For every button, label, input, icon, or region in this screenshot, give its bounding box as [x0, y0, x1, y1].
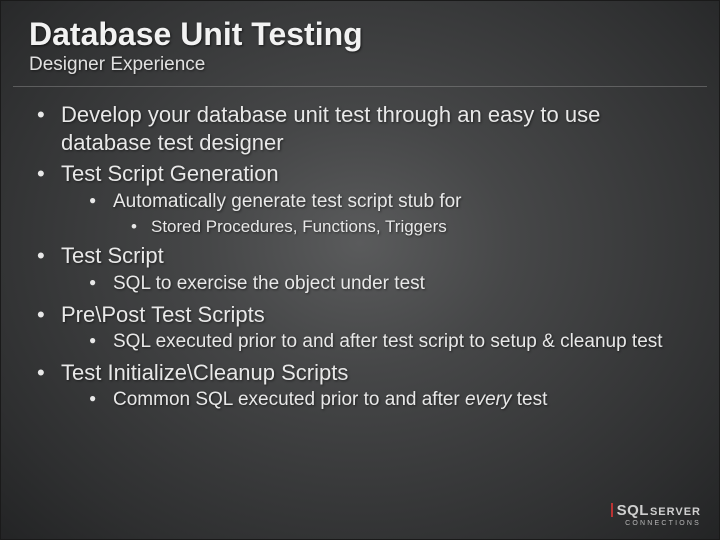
bullet-text: Stored Procedures, Functions, Triggers	[151, 216, 447, 238]
bullet-item: •Pre\Post Test Scripts ●SQL executed pri…	[31, 301, 689, 355]
text-fragment: test	[512, 389, 548, 410]
bullet-icon: •	[131, 216, 151, 238]
divider	[13, 86, 707, 87]
slide-title: Database Unit Testing	[29, 17, 691, 52]
footer-logo: SQLSERVER CONNECTIONS	[611, 503, 701, 527]
bullet-icon: •	[31, 301, 61, 329]
bullet-text: Test Script Generation	[61, 160, 279, 188]
bullet-text: SQL executed prior to and after test scr…	[113, 330, 663, 355]
logo-text-sql: SQL	[617, 502, 649, 519]
bullet-item: •Test Initialize\Cleanup Scripts ● Commo…	[31, 359, 689, 413]
bullet-item: •Test Script ●SQL to exercise the object…	[31, 242, 689, 296]
logo-bar-icon	[611, 503, 613, 517]
bullet-item: ●Automatically generate test script stub…	[89, 190, 689, 239]
bullet-icon: ●	[89, 190, 113, 212]
bullet-text: Test Initialize\Cleanup Scripts	[61, 359, 348, 387]
bullet-item: ●SQL executed prior to and after test sc…	[89, 330, 689, 355]
bullet-item: •Test Script Generation ●Automatically g…	[31, 160, 689, 238]
bullet-item: ●SQL to exercise the object under test	[89, 272, 689, 297]
logo-tagline: CONNECTIONS	[611, 520, 701, 527]
bullet-item: •Stored Procedures, Functions, Triggers	[131, 216, 689, 238]
text-fragment: Common SQL executed prior to and after	[113, 389, 465, 410]
bullet-text: Test Script	[61, 242, 164, 270]
bullet-icon: ●	[89, 388, 113, 410]
bullet-text: Automatically generate test script stub …	[113, 190, 462, 215]
text-emphasis: every	[465, 389, 511, 410]
slide-body: •Develop your database unit test through…	[1, 87, 719, 413]
bullet-icon: •	[31, 242, 61, 270]
bullet-text: SQL to exercise the object under test	[113, 272, 425, 297]
bullet-icon: ●	[89, 272, 113, 294]
slide-subtitle: Designer Experience	[29, 54, 691, 76]
title-block: Database Unit Testing Designer Experienc…	[1, 1, 719, 80]
bullet-icon: •	[31, 160, 61, 188]
bullet-text: Develop your database unit test through …	[61, 101, 689, 156]
bullet-icon: ●	[89, 330, 113, 352]
bullet-text: Common SQL executed prior to and after e…	[113, 388, 547, 413]
bullet-text: Pre\Post Test Scripts	[61, 301, 265, 329]
logo-text-server: SERVER	[650, 506, 701, 518]
bullet-icon: •	[31, 101, 61, 129]
bullet-item: ● Common SQL executed prior to and after…	[89, 388, 689, 413]
bullet-item: •Develop your database unit test through…	[31, 101, 689, 156]
bullet-icon: •	[31, 359, 61, 387]
